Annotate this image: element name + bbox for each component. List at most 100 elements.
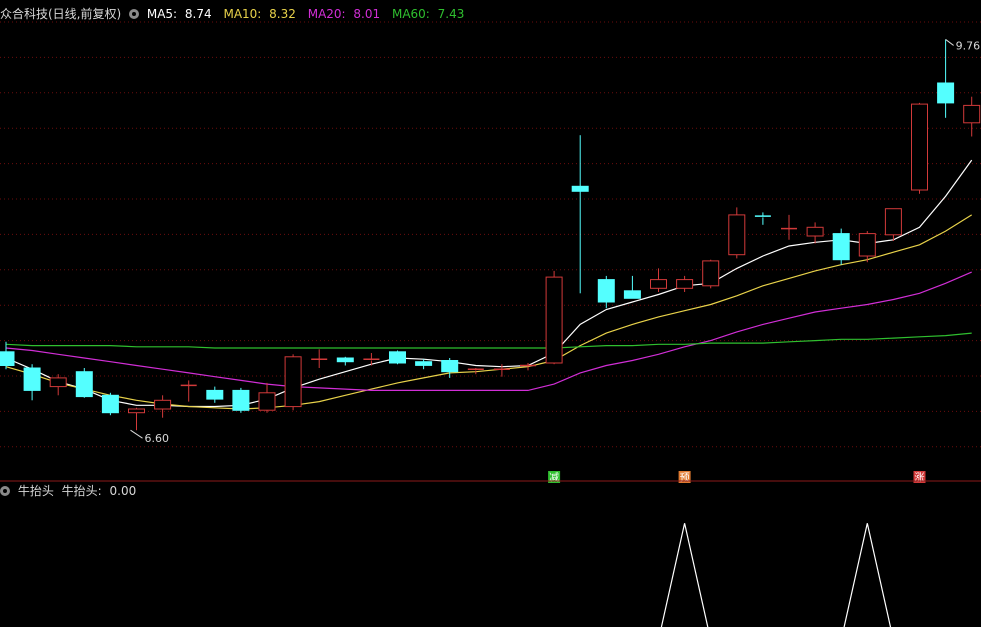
candle-body	[832, 233, 850, 261]
candle[interactable]	[754, 212, 771, 225]
indicator-name: 牛抬头	[17, 484, 54, 498]
candle[interactable]	[284, 354, 302, 411]
signal-marker-label: 减	[549, 472, 559, 484]
candle-body	[232, 389, 250, 411]
candlesticks[interactable]	[0, 39, 981, 431]
settings-icon[interactable]	[0, 486, 10, 496]
signal-marker[interactable]: 预	[678, 471, 691, 484]
candle-body	[545, 276, 563, 364]
candle-body	[911, 103, 928, 191]
candle[interactable]	[206, 386, 224, 403]
settings-icon[interactable]	[129, 9, 140, 19]
signal-markers[interactable]: 减预涨	[548, 471, 926, 484]
high-price-label: 9.76	[956, 39, 981, 52]
signal-marker[interactable]: 涨	[913, 471, 926, 484]
ma60-value: 7.43	[437, 7, 465, 21]
ma10-line	[5, 214, 973, 410]
candle-body	[0, 351, 15, 366]
signal-marker-label: 涨	[915, 472, 925, 484]
candle[interactable]	[781, 214, 797, 240]
candle[interactable]	[911, 102, 928, 194]
stock-title: 众合科技(日线,前复权)	[0, 7, 122, 21]
candle-body	[128, 408, 145, 414]
candle[interactable]	[101, 392, 119, 416]
candle-body	[884, 208, 902, 236]
candle-body	[206, 389, 224, 400]
candle-body	[415, 361, 433, 366]
candle[interactable]	[545, 270, 563, 365]
candle-body	[154, 399, 172, 410]
low-pointer	[130, 429, 143, 439]
candle[interactable]	[702, 259, 720, 289]
candle[interactable]	[49, 374, 67, 396]
candle[interactable]	[937, 39, 955, 118]
candle[interactable]	[258, 382, 276, 413]
main-chart-header: 众合科技(日线,前复权) MA5: 8.74 MA10: 8.32 MA20: …	[0, 5, 472, 23]
candle[interactable]	[0, 341, 15, 370]
candle[interactable]	[75, 368, 93, 398]
candle-body	[597, 279, 615, 303]
candle-body	[49, 377, 67, 388]
candle[interactable]	[180, 380, 197, 402]
indicator-value: 0.00	[109, 484, 137, 498]
candle-body	[389, 351, 406, 364]
candle[interactable]	[963, 96, 981, 137]
indicator-value-label: 牛抬头: 0.00	[61, 484, 137, 498]
ma20-value: 8.01	[353, 7, 381, 21]
candle[interactable]	[832, 228, 850, 265]
candle-body	[623, 290, 641, 299]
ma5-line	[5, 159, 973, 408]
candle[interactable]	[389, 350, 406, 365]
candle[interactable]	[650, 268, 667, 292]
indicator-line	[660, 523, 892, 627]
candle[interactable]	[154, 395, 172, 418]
candle[interactable]	[884, 208, 902, 241]
ma5-label: MA5: 8.74	[146, 7, 212, 21]
candle-body	[571, 185, 589, 192]
candle[interactable]	[806, 222, 824, 244]
ma10-label: MA10: 8.32	[223, 7, 296, 21]
price-annotations: 9.76 6.60	[130, 39, 981, 445]
candle-body	[963, 104, 981, 124]
indicator-pane	[660, 523, 892, 627]
candle[interactable]	[23, 364, 41, 401]
candle[interactable]	[128, 407, 145, 431]
moving-average-lines	[5, 159, 973, 410]
candle-body	[858, 233, 876, 257]
candle-body	[806, 226, 824, 237]
ma60-label: MA60: 7.43	[391, 7, 465, 21]
stock-chart-canvas[interactable]: 9.76 6.60 减 预 涨	[0, 0, 981, 627]
candle[interactable]	[363, 353, 380, 366]
high-pointer	[945, 39, 954, 46]
candle[interactable]	[728, 207, 746, 259]
candle[interactable]	[623, 275, 641, 299]
candle-body	[336, 357, 354, 363]
candle-body	[676, 279, 694, 289]
low-price-label: 6.60	[145, 432, 170, 445]
candle[interactable]	[441, 358, 459, 378]
candle-body	[23, 367, 41, 391]
candle-body	[258, 392, 276, 411]
signal-marker-label: 预	[680, 472, 690, 484]
candle-body	[702, 260, 720, 287]
ma10-value: 8.32	[269, 7, 296, 21]
candle-body	[101, 394, 119, 414]
candle[interactable]	[571, 135, 589, 294]
candle-body	[441, 360, 459, 373]
candle[interactable]	[311, 349, 328, 368]
candle-body	[75, 371, 93, 398]
candle-body	[728, 214, 746, 256]
candle-body	[650, 279, 667, 289]
ma20-label: MA20: 8.01	[307, 7, 381, 21]
candle[interactable]	[336, 356, 354, 366]
candle[interactable]	[597, 275, 615, 309]
candle[interactable]	[232, 387, 250, 413]
ma5-value: 8.74	[184, 7, 212, 21]
candle[interactable]	[415, 359, 433, 370]
ma20-line	[5, 271, 972, 391]
indicator-header: 牛抬头 牛抬头: 0.00	[0, 482, 144, 500]
candle[interactable]	[676, 275, 694, 292]
candle-body	[284, 356, 302, 408]
candle-body	[937, 82, 955, 104]
signal-marker[interactable]: 减	[548, 471, 561, 484]
